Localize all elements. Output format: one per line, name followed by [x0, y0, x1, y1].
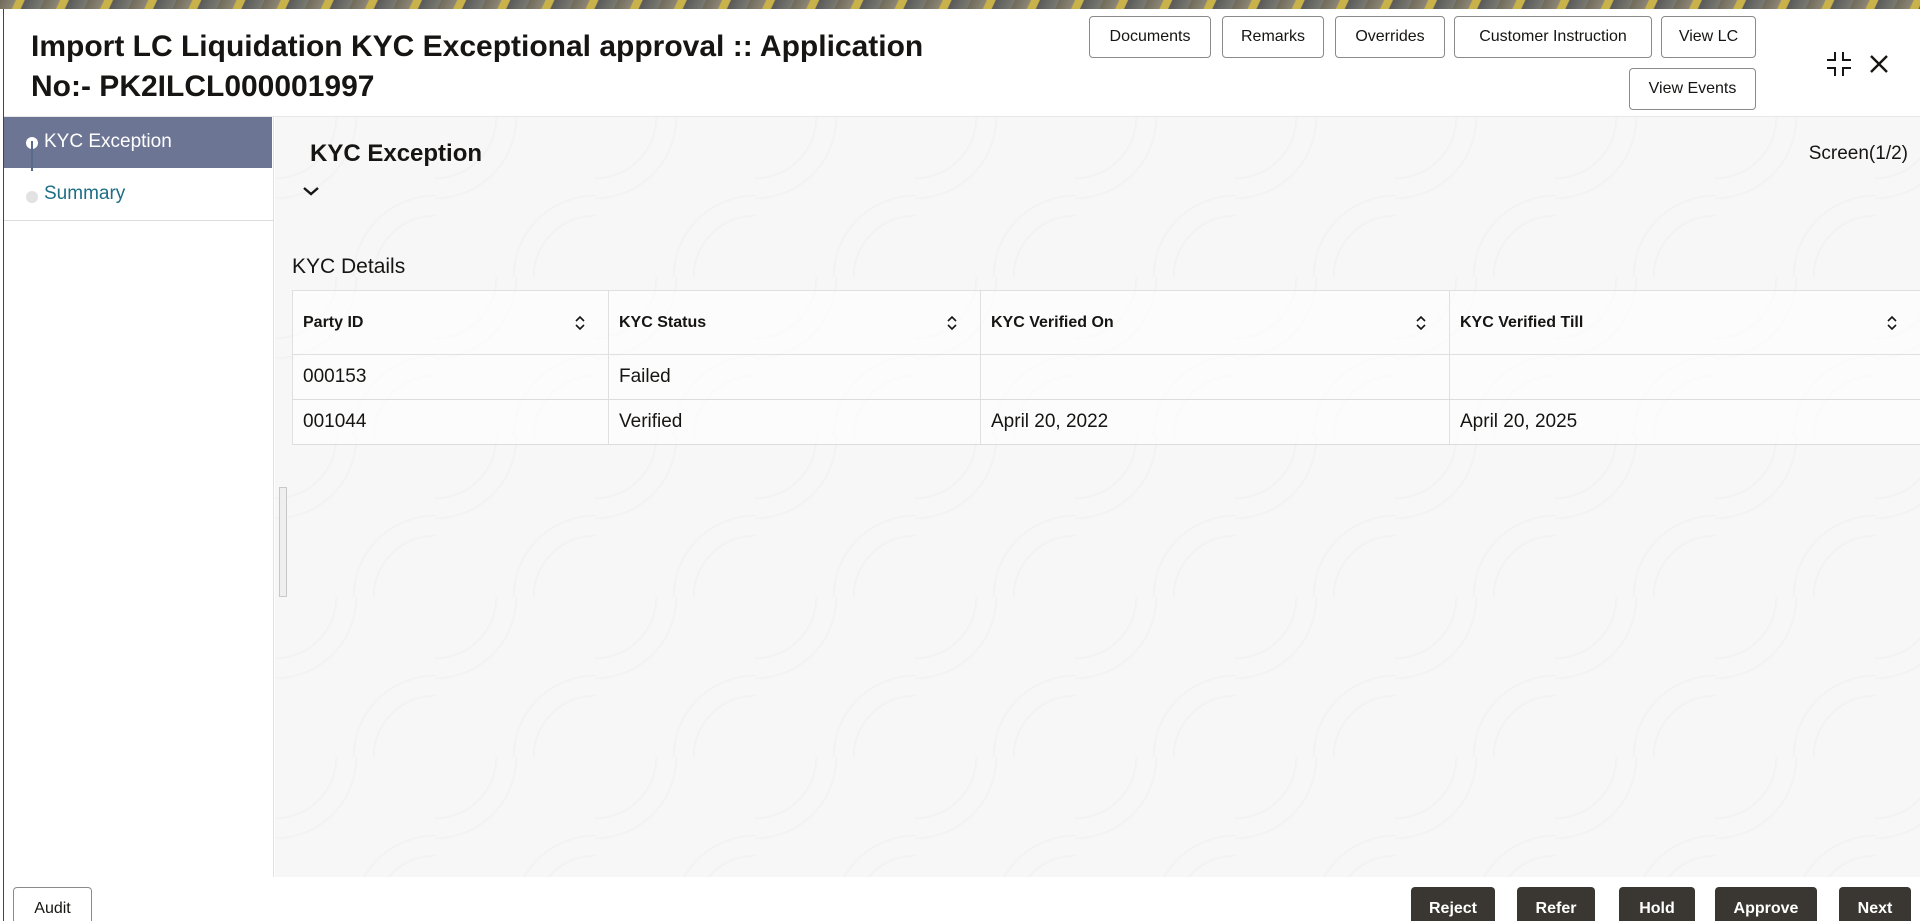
collapse-icon-svg	[1827, 52, 1851, 76]
view-events-button[interactable]: View Events	[1629, 68, 1756, 110]
column-header-kyc-status[interactable]: KYC Status	[608, 290, 981, 355]
sidebar-divider	[4, 220, 274, 221]
sort-icon	[575, 315, 585, 331]
collapse-screen-icon[interactable]	[1824, 49, 1854, 79]
column-header-label: KYC Verified Till	[1460, 313, 1584, 331]
overrides-button[interactable]: Overrides	[1335, 16, 1445, 58]
cell-kyc-verified-on: April 20, 2022	[980, 399, 1450, 445]
chevron-down-icon[interactable]	[299, 179, 323, 203]
screen-count: Screen(1/2)	[1808, 143, 1908, 164]
close-icon[interactable]	[1866, 51, 1892, 77]
documents-button[interactable]: Documents	[1089, 16, 1211, 58]
sidebar-item-kyc-exception[interactable]: KYC Exception	[4, 117, 272, 168]
sidebar-item-label: Summary	[44, 183, 126, 204]
approve-button[interactable]: Approve	[1715, 887, 1817, 921]
sort-icon	[1416, 315, 1426, 331]
reject-button[interactable]: Reject	[1411, 887, 1495, 921]
column-header-label: KYC Status	[619, 313, 707, 331]
customer-instruction-button[interactable]: Customer Instruction	[1454, 16, 1652, 58]
sidebar-item-summary[interactable]: Summary	[4, 169, 272, 220]
cell-kyc-verified-on	[980, 354, 1450, 400]
cell-kyc-verified-till	[1449, 354, 1920, 400]
column-header-label: Party ID	[303, 313, 364, 331]
sort-icon	[1887, 315, 1897, 331]
header: Import LC Liquidation KYC Exceptional ap…	[4, 9, 1920, 117]
column-header-kyc-verified-on[interactable]: KYC Verified On	[980, 290, 1450, 355]
kyc-details-title: KYC Details	[292, 255, 406, 278]
inactive-step-dot-icon	[26, 191, 38, 203]
table-header-row: Party ID KYC Status KYC Verified On KYC …	[292, 290, 1920, 355]
refer-button[interactable]: Refer	[1517, 887, 1595, 921]
column-header-kyc-verified-till[interactable]: KYC Verified Till	[1449, 290, 1920, 355]
cell-kyc-verified-till: April 20, 2025	[1449, 399, 1920, 445]
column-header-party-id[interactable]: Party ID	[292, 290, 609, 355]
close-icon-svg	[1870, 55, 1888, 73]
sort-icon	[947, 315, 957, 331]
table-row[interactable]: 001044 Verified April 20, 2022 April 20,…	[292, 399, 1920, 445]
chevron-down-svg	[303, 187, 319, 196]
modal-window: Import LC Liquidation KYC Exceptional ap…	[3, 9, 1920, 921]
footer-action-bar: Audit Reject Refer Hold Approve Next	[4, 877, 1920, 921]
next-button[interactable]: Next	[1839, 887, 1911, 921]
table-row[interactable]: 000153 Failed	[292, 354, 1920, 400]
panel-splitter-handle[interactable]	[279, 487, 287, 597]
audit-button[interactable]: Audit	[13, 887, 92, 921]
kyc-details-table: Party ID KYC Status KYC Verified On KYC …	[292, 290, 1920, 445]
column-header-label: KYC Verified On	[991, 313, 1114, 331]
cell-party-id: 000153	[292, 354, 609, 400]
hold-button[interactable]: Hold	[1619, 887, 1695, 921]
top-decorative-strip	[0, 0, 1920, 9]
remarks-button[interactable]: Remarks	[1222, 16, 1324, 58]
cell-party-id: 001044	[292, 399, 609, 445]
step-connector	[31, 141, 33, 171]
sidebar-item-label: KYC Exception	[44, 131, 172, 152]
train-stop-sidebar	[4, 117, 274, 887]
cell-kyc-status: Verified	[608, 399, 981, 445]
cell-kyc-status: Failed	[608, 354, 981, 400]
page-title: Import LC Liquidation KYC Exceptional ap…	[31, 30, 924, 103]
main-content: KYC Exception Screen(1/2) KYC Details Pa…	[275, 117, 1920, 887]
view-lc-button[interactable]: View LC	[1661, 16, 1756, 58]
section-title: KYC Exception	[310, 140, 483, 167]
